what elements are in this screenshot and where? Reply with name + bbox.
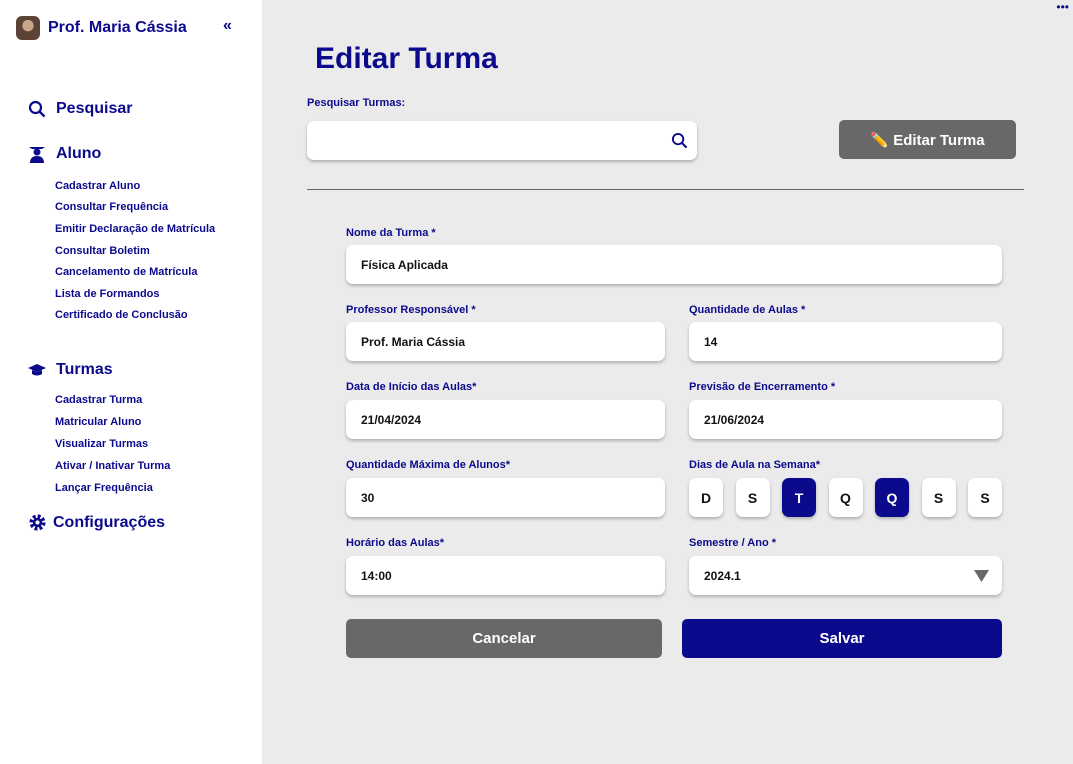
day-toggle-0[interactable]: D	[689, 478, 723, 517]
fim-label: Previsão de Encerramento *	[689, 381, 836, 393]
prof-label: Professor Responsável *	[346, 304, 476, 316]
sidebar-subitem[interactable]: Emitir Declaração de Matrícula	[55, 223, 215, 235]
day-toggle-1[interactable]: S	[735, 478, 770, 517]
inicio-label: Data de Início das Aulas*	[346, 381, 477, 393]
sidebar-item-pesquisar[interactable]: Pesquisar	[28, 100, 132, 118]
collapse-sidebar-button[interactable]: «	[223, 17, 232, 35]
graduation-cap-icon	[28, 364, 46, 376]
day-toggle-6[interactable]: S	[968, 478, 1002, 517]
day-toggle-5[interactable]: S	[921, 478, 956, 517]
sidebar-subitem[interactable]: Ativar / Inativar Turma	[55, 460, 170, 472]
search-icon[interactable]	[671, 132, 688, 149]
search-label: Pesquisar Turmas:	[307, 97, 406, 109]
sem-label: Semestre / Ano *	[689, 537, 777, 549]
sidebar-subitem[interactable]: Consultar Frequência	[55, 201, 168, 213]
nome-label: Nome da Turma *	[346, 227, 436, 239]
max-input[interactable]: 30	[346, 478, 665, 517]
gear-icon	[29, 514, 46, 531]
max-label: Quantidade Máxima de Alunos*	[346, 459, 511, 471]
sidebar-label: Configurações	[53, 513, 166, 531]
qtd-label: Quantidade de Aulas *	[689, 304, 806, 316]
sidebar-subitem[interactable]: Consultar Boletim	[55, 245, 150, 257]
cancel-button[interactable]: Cancelar	[346, 619, 662, 658]
edit-turma-button[interactable]: ✏️ Editar Turma	[839, 120, 1016, 159]
sidebar-label: Turmas	[56, 361, 113, 378]
semestre-select[interactable]: 2024.1	[689, 556, 1002, 595]
inicio-input[interactable]: 21/04/2024	[346, 400, 665, 439]
sidebar-subitem[interactable]: Lançar Frequência	[55, 482, 153, 494]
dias-label: Dias de Aula na Semana*	[689, 459, 821, 471]
sidebar-subitem[interactable]: Visualizar Turmas	[55, 438, 148, 450]
nome-input[interactable]: Física Aplicada	[346, 245, 1002, 284]
more-menu-icon[interactable]: •••	[1056, 0, 1069, 14]
sidebar-label: Aluno	[56, 145, 102, 162]
prof-input[interactable]: Prof. Maria Cássia	[346, 322, 665, 361]
sidebar-subitem[interactable]: Cancelamento de Matrícula	[55, 266, 197, 278]
sidebar-subitem[interactable]: Lista de Formandos	[55, 288, 160, 300]
fim-input[interactable]: 21/06/2024	[689, 400, 1002, 439]
avatar	[16, 16, 40, 40]
page-title: Editar Turma	[315, 42, 498, 75]
divider	[307, 189, 1024, 190]
profile-name: Prof. Maria Cássia	[48, 19, 187, 36]
semestre-value: 2024.1	[704, 568, 741, 583]
day-toggle-4[interactable]: Q	[875, 478, 909, 517]
hora-input[interactable]: 14:00	[346, 556, 665, 595]
sidebar-label: Pesquisar	[56, 100, 133, 117]
sidebar-item-configuracoes[interactable]: Configurações	[28, 513, 165, 532]
sidebar-subitem[interactable]: Matricular Aluno	[55, 416, 141, 428]
dropdown-arrow-icon	[974, 570, 989, 582]
search-input[interactable]	[307, 121, 697, 160]
sidebar-subitem[interactable]: Cadastrar Aluno	[55, 180, 140, 192]
student-icon	[29, 147, 45, 163]
sidebar-item-aluno[interactable]: Aluno	[28, 145, 101, 163]
qtd-input[interactable]: 14	[689, 322, 1002, 361]
profile[interactable]: Prof. Maria Cássia	[16, 16, 187, 40]
day-toggle-3[interactable]: Q	[828, 478, 863, 517]
sidebar: Prof. Maria Cássia « Pesquisar Aluno Cad…	[0, 0, 262, 764]
sidebar-item-turmas[interactable]: Turmas	[28, 361, 113, 379]
day-toggle-2[interactable]: T	[782, 478, 816, 517]
sidebar-subitem[interactable]: Cadastrar Turma	[55, 394, 142, 406]
save-button[interactable]: Salvar	[682, 619, 1002, 658]
sidebar-subitem[interactable]: Certificado de Conclusão	[55, 309, 188, 321]
hora-label: Horário das Aulas*	[346, 537, 445, 549]
search-icon	[28, 100, 46, 118]
